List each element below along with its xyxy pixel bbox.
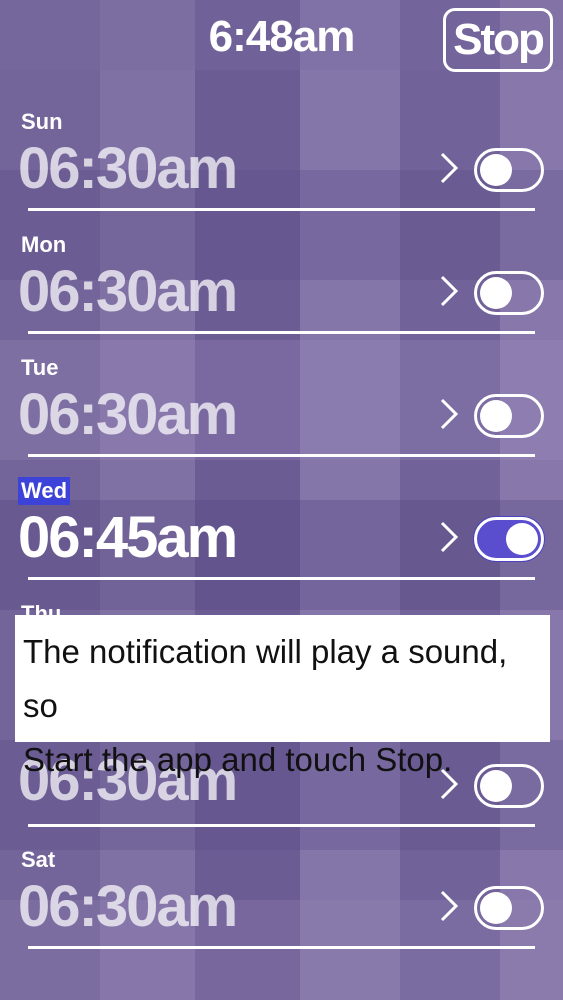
divider	[28, 946, 535, 949]
alarm-row-sun[interactable]: Sun 06:30am	[0, 108, 563, 231]
tooltip-line-2: Start the app and touch Stop.	[23, 741, 453, 778]
alarm-toggle[interactable]	[474, 148, 544, 192]
chevron-right-icon[interactable]	[434, 519, 464, 555]
alarm-day-label: Tue	[21, 355, 59, 380]
alarm-day-label-selected: Wed	[18, 477, 71, 505]
alarm-day-label: Sat	[21, 847, 56, 872]
stop-button[interactable]: Stop	[443, 8, 553, 72]
notification-tooltip: The notification will play a sound, so S…	[15, 615, 550, 778]
chevron-right-icon[interactable]	[434, 150, 464, 186]
alarm-row-wed[interactable]: Wed 06:45am	[0, 477, 563, 600]
alarm-row-sat[interactable]: Sat 06:30am	[0, 846, 563, 969]
alarm-time[interactable]: 06:30am	[18, 259, 238, 325]
divider	[28, 824, 535, 827]
alarm-time[interactable]: 06:30am	[18, 382, 238, 448]
alarm-toggle[interactable]	[474, 886, 544, 930]
alarm-toggle[interactable]	[474, 517, 544, 561]
chevron-right-icon[interactable]	[434, 888, 464, 924]
alarm-time[interactable]: 06:30am	[18, 136, 238, 202]
alarm-row-mon[interactable]: Mon 06:30am	[0, 231, 563, 354]
divider	[28, 331, 535, 334]
alarm-toggle[interactable]	[474, 271, 544, 315]
alarm-toggle[interactable]	[474, 394, 544, 438]
divider	[28, 208, 535, 211]
alarm-time[interactable]: 06:45am	[18, 505, 238, 571]
alarm-time[interactable]: 06:30am	[18, 874, 238, 940]
alarm-day-label: Sun	[21, 109, 63, 134]
alarm-row-tue[interactable]: Tue 06:30am	[0, 354, 563, 477]
divider	[28, 454, 535, 457]
chevron-right-icon[interactable]	[434, 273, 464, 309]
tooltip-line-1: The notification will play a sound, so	[23, 633, 508, 724]
alarm-day-label: Mon	[21, 232, 67, 257]
chevron-right-icon[interactable]	[434, 396, 464, 432]
divider	[28, 577, 535, 580]
